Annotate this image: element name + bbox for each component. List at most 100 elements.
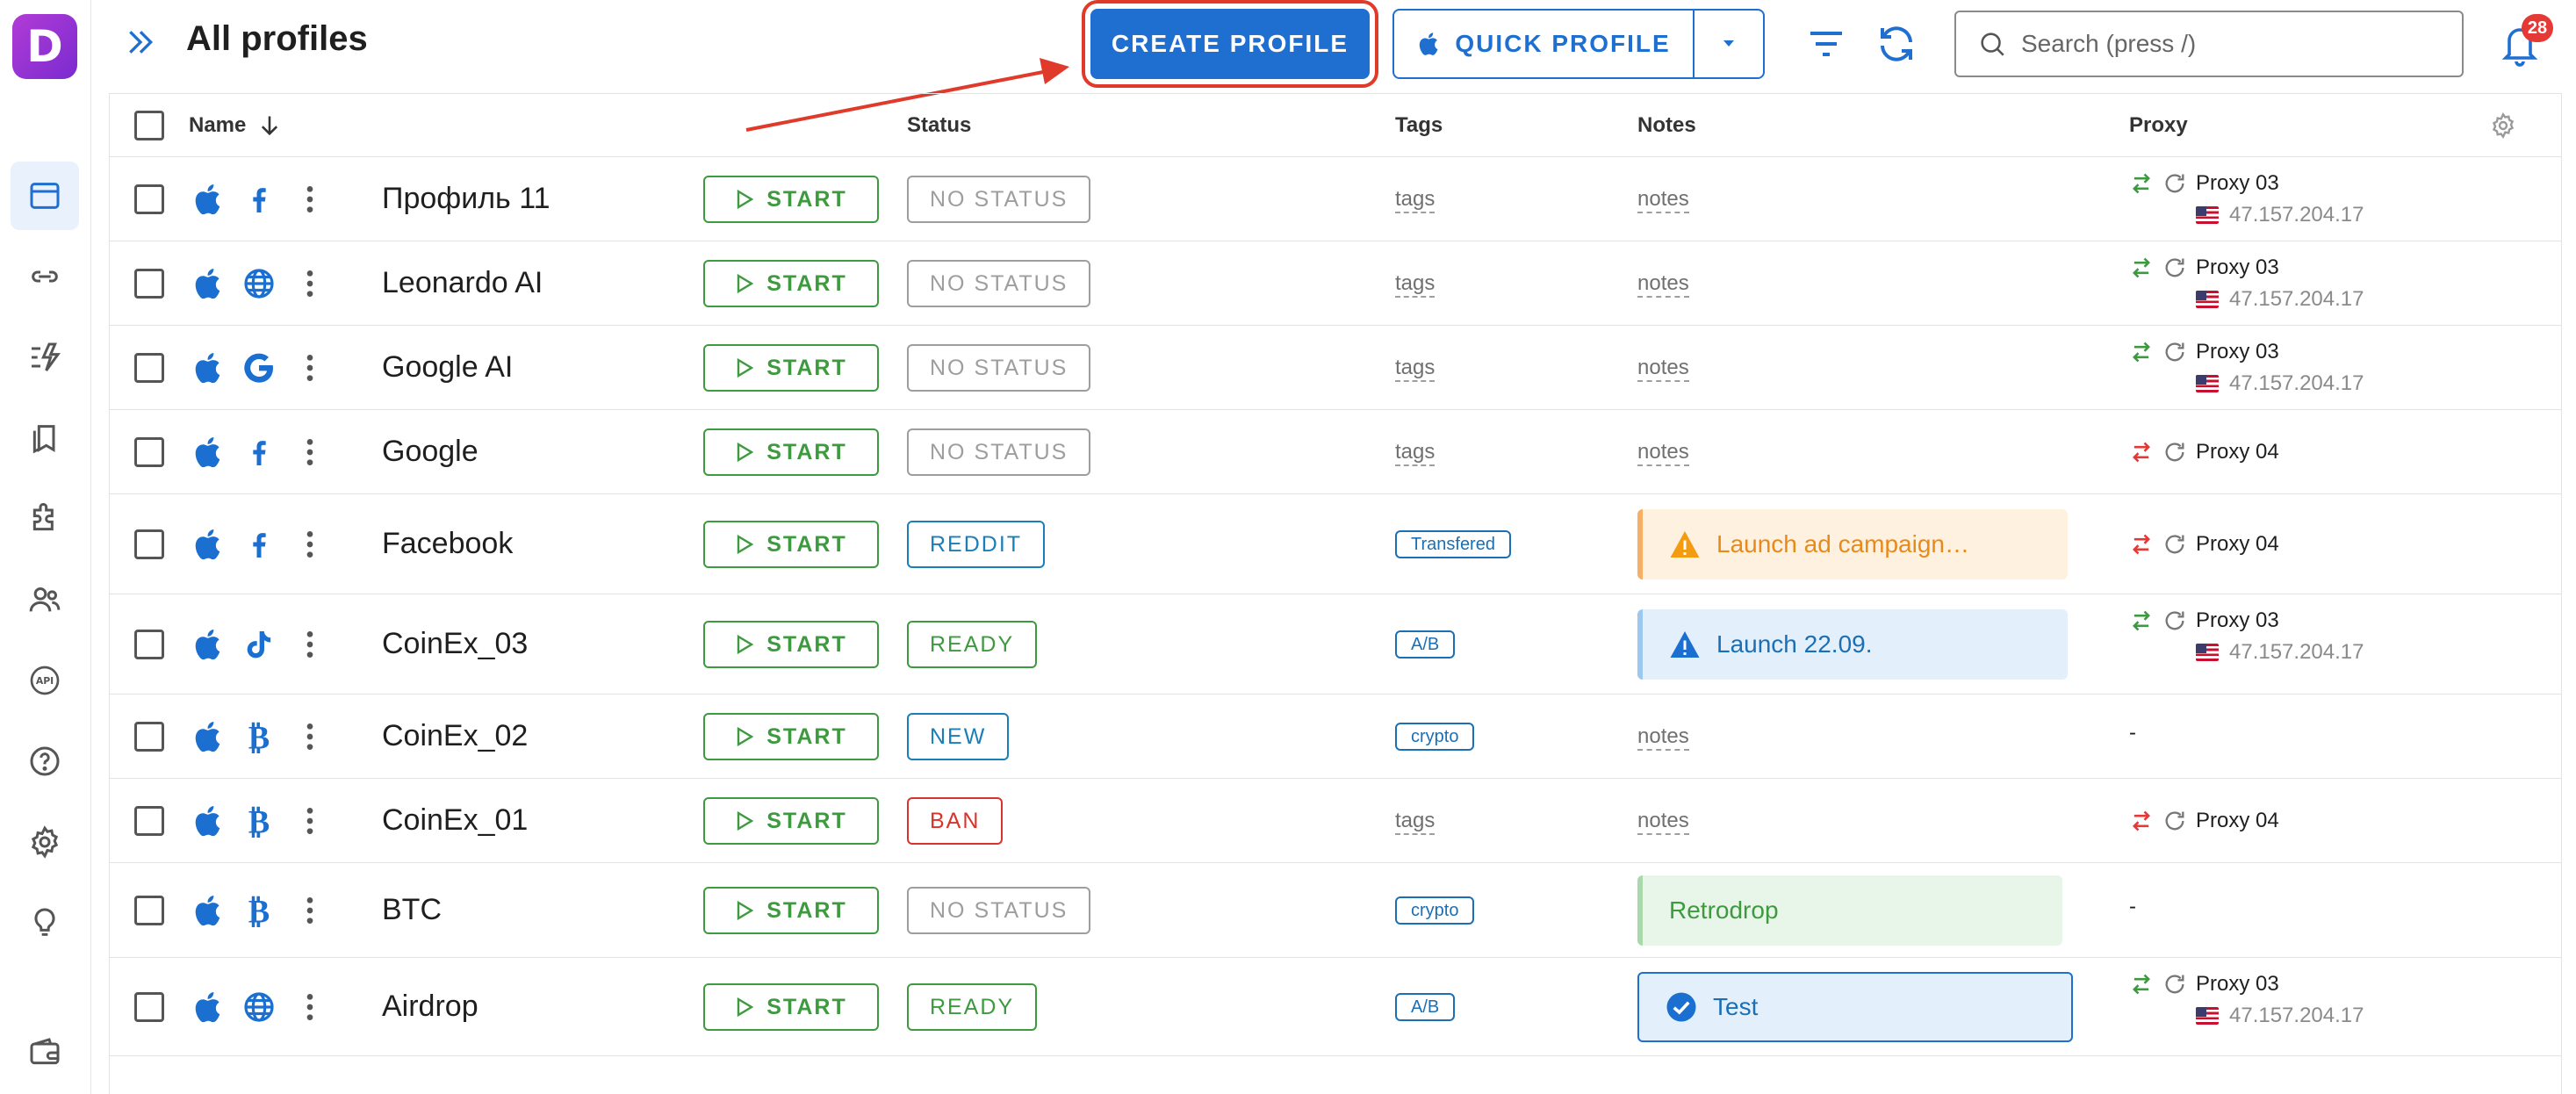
- status-badge[interactable]: READY: [907, 621, 1038, 668]
- sidebar-item-links[interactable]: [11, 242, 79, 311]
- column-settings-gear-icon[interactable]: [2489, 112, 2517, 140]
- proxy-cell[interactable]: Proxy 04: [2129, 529, 2279, 560]
- row-checkbox[interactable]: [134, 992, 164, 1022]
- tag-chip[interactable]: crypto: [1395, 723, 1475, 751]
- sidebar-item-help[interactable]: [11, 727, 79, 795]
- tag-chip[interactable]: Transfered: [1395, 530, 1511, 558]
- proxy-cell[interactable]: Proxy 03 47.157.204.17: [2129, 968, 2364, 1032]
- row-checkbox[interactable]: [134, 437, 164, 467]
- column-tags[interactable]: Tags: [1395, 113, 1443, 138]
- table-row[interactable]: ₿ CoinEx_01 START BAN tags notes Proxy 04: [110, 779, 2561, 863]
- tag-chip[interactable]: crypto: [1395, 896, 1475, 925]
- app-logo[interactable]: D: [12, 14, 77, 79]
- sidebar-item-profiles[interactable]: [11, 162, 79, 230]
- search-input[interactable]: [2021, 30, 2425, 58]
- tags-placeholder[interactable]: tags: [1395, 356, 1436, 382]
- column-notes[interactable]: Notes: [1637, 113, 1696, 138]
- start-button[interactable]: START: [703, 176, 879, 223]
- start-button[interactable]: START: [703, 713, 879, 760]
- notes-placeholder[interactable]: notes: [1637, 809, 1689, 835]
- status-badge[interactable]: NO STATUS: [907, 344, 1091, 392]
- profile-name[interactable]: Google AI: [382, 350, 513, 385]
- start-button[interactable]: START: [703, 983, 879, 1031]
- status-badge[interactable]: READY: [907, 983, 1038, 1031]
- tag-chip[interactable]: A/B: [1395, 993, 1456, 1021]
- status-badge[interactable]: REDDIT: [907, 521, 1046, 568]
- proxy-cell[interactable]: Proxy 03 47.157.204.17: [2129, 252, 2364, 315]
- column-proxy[interactable]: Proxy: [2129, 113, 2188, 138]
- note-card[interactable]: Launch 22.09.: [1637, 609, 2068, 680]
- start-button[interactable]: START: [703, 887, 879, 934]
- profile-name[interactable]: Google: [382, 435, 479, 469]
- profile-name[interactable]: CoinEx_03: [382, 627, 528, 661]
- sidebar-item-api[interactable]: API: [11, 646, 79, 715]
- notes-placeholder[interactable]: notes: [1637, 187, 1689, 213]
- tags-placeholder[interactable]: tags: [1395, 440, 1436, 466]
- select-all-checkbox[interactable]: [134, 111, 164, 140]
- row-checkbox[interactable]: [134, 269, 164, 299]
- profile-name[interactable]: Профиль 11: [382, 182, 550, 216]
- table-row[interactable]: Google AI START NO STATUS tags notes Proxy 0…: [110, 326, 2561, 410]
- proxy-cell[interactable]: Proxy 04: [2129, 436, 2279, 468]
- more-vertical-icon[interactable]: [292, 803, 327, 838]
- status-badge[interactable]: BAN: [907, 797, 1004, 845]
- column-name[interactable]: Name: [189, 113, 246, 138]
- sidebar-item-automation[interactable]: [11, 323, 79, 392]
- rotate-proxy-icon[interactable]: [2162, 532, 2187, 557]
- more-vertical-icon[interactable]: [292, 350, 327, 385]
- table-row[interactable]: Facebook START REDDIT Transfered Launch ad c…: [110, 494, 2561, 594]
- row-checkbox[interactable]: [134, 184, 164, 214]
- row-checkbox[interactable]: [134, 353, 164, 383]
- status-badge[interactable]: NO STATUS: [907, 428, 1091, 476]
- more-vertical-icon[interactable]: [292, 266, 327, 301]
- proxy-cell[interactable]: Proxy 03 47.157.204.17: [2129, 336, 2364, 399]
- row-checkbox[interactable]: [134, 806, 164, 836]
- table-row[interactable]: Leonardo AI START NO STATUS tags notes Proxy…: [110, 241, 2561, 326]
- rotate-proxy-icon[interactable]: [2162, 809, 2187, 833]
- notes-placeholder[interactable]: notes: [1637, 356, 1689, 382]
- start-button[interactable]: START: [703, 621, 879, 668]
- row-checkbox[interactable]: [134, 722, 164, 752]
- rotate-proxy-icon[interactable]: [2162, 256, 2187, 280]
- rotate-proxy-icon[interactable]: [2162, 440, 2187, 464]
- profile-name[interactable]: CoinEx_02: [382, 719, 528, 753]
- tags-placeholder[interactable]: tags: [1395, 187, 1436, 213]
- tags-placeholder[interactable]: tags: [1395, 271, 1436, 298]
- status-badge[interactable]: NEW: [907, 713, 1010, 760]
- rotate-proxy-icon[interactable]: [2162, 171, 2187, 196]
- table-row[interactable]: Профиль 11 START NO STATUS tags notes Proxy …: [110, 157, 2561, 241]
- rotate-proxy-icon[interactable]: [2162, 608, 2187, 633]
- sidebar-item-tips[interactable]: [11, 889, 79, 957]
- proxy-cell[interactable]: Proxy 03 47.157.204.17: [2129, 605, 2364, 668]
- sidebar-item-bookmarks[interactable]: [11, 404, 79, 472]
- status-badge[interactable]: NO STATUS: [907, 176, 1091, 223]
- expand-sidebar-icon[interactable]: [123, 25, 158, 60]
- filter-icon[interactable]: [1805, 23, 1847, 65]
- sidebar-item-extensions[interactable]: [11, 485, 79, 553]
- more-vertical-icon[interactable]: [292, 182, 327, 217]
- note-card[interactable]: Launch ad campaign…: [1637, 509, 2068, 579]
- profile-name[interactable]: CoinEx_01: [382, 803, 528, 838]
- refresh-icon[interactable]: [1875, 23, 1918, 65]
- quick-profile-dropdown[interactable]: [1695, 11, 1763, 77]
- start-button[interactable]: START: [703, 428, 879, 476]
- row-checkbox[interactable]: [134, 529, 164, 559]
- rotate-proxy-icon[interactable]: [2162, 340, 2187, 364]
- notes-placeholder[interactable]: notes: [1637, 440, 1689, 466]
- rotate-proxy-icon[interactable]: [2162, 972, 2187, 997]
- more-vertical-icon[interactable]: [292, 893, 327, 928]
- row-checkbox[interactable]: [134, 630, 164, 659]
- note-card[interactable]: Retrodrop: [1637, 875, 2062, 946]
- start-button[interactable]: START: [703, 797, 879, 845]
- status-badge[interactable]: NO STATUS: [907, 887, 1091, 934]
- profile-name[interactable]: Facebook: [382, 527, 513, 561]
- more-vertical-icon[interactable]: [292, 527, 327, 562]
- profile-name[interactable]: Leonardo AI: [382, 266, 543, 300]
- proxy-cell[interactable]: Proxy 03 47.157.204.17: [2129, 168, 2364, 231]
- start-button[interactable]: START: [703, 260, 879, 307]
- sort-arrow-down-icon[interactable]: [257, 113, 282, 138]
- more-vertical-icon[interactable]: [292, 990, 327, 1025]
- row-checkbox[interactable]: [134, 896, 164, 925]
- table-row[interactable]: ₿ BTC START NO STATUS crypto Retrodrop -: [110, 863, 2561, 958]
- profile-name[interactable]: Airdrop: [382, 990, 479, 1024]
